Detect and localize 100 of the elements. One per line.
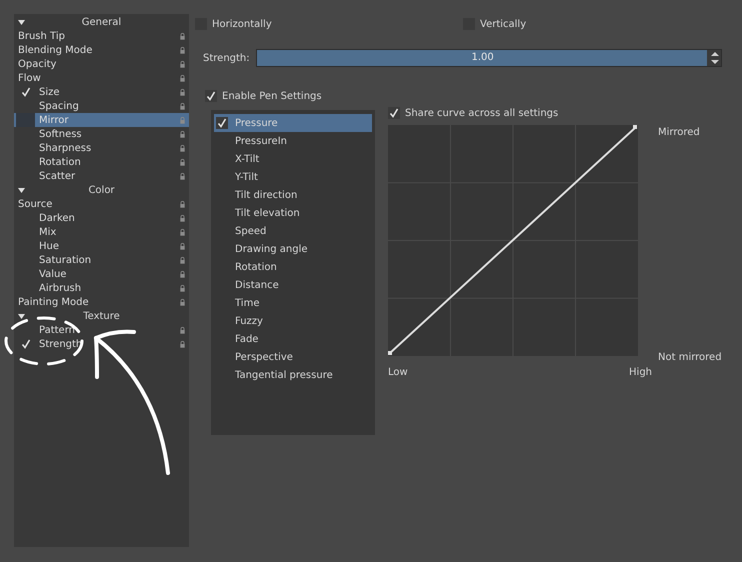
item-label: Size [38, 86, 61, 98]
lock-icon[interactable] [180, 284, 185, 292]
sidebar-item[interactable]: Pattern [14, 323, 189, 337]
sidebar-item[interactable]: Airbrush [14, 281, 189, 295]
item-label: Saturation [38, 254, 92, 266]
sensor-label: Speed [235, 226, 266, 236]
sidebar-item[interactable]: Saturation [14, 253, 189, 267]
collapse-arrow-icon[interactable] [18, 313, 25, 320]
sensor-item[interactable]: Time [214, 294, 372, 312]
item-label: Mirror [38, 114, 70, 126]
sensor-item[interactable]: Tilt direction [214, 186, 372, 204]
checkmark-icon[interactable] [20, 87, 30, 97]
sidebar-item[interactable]: Hue [14, 239, 189, 253]
spin-arrows-icon[interactable] [710, 51, 720, 65]
checkbox[interactable] [16, 113, 35, 127]
lock-icon[interactable] [180, 326, 185, 334]
sensor-label: Distance [235, 280, 279, 290]
sensor-item[interactable]: Rotation [214, 258, 372, 276]
sensor-item[interactable]: Tangential pressure [214, 366, 372, 384]
item-label: Blending Mode [17, 44, 94, 56]
section-header[interactable]: General [82, 16, 122, 28]
sensor-label: Pressure [235, 118, 278, 128]
sidebar-item[interactable]: Mirror [14, 113, 189, 127]
checkbox-label: Enable Pen Settings [222, 90, 322, 102]
sidebar-item[interactable]: Source [14, 197, 189, 211]
spinbox-value: 1.00 [470, 52, 495, 63]
sensor-label: Fuzzy [235, 316, 263, 326]
lock-icon[interactable] [180, 214, 185, 222]
sidebar-item[interactable]: Spacing [14, 99, 189, 113]
sensor-item[interactable]: Distance [214, 276, 372, 294]
sensor-label: Rotation [235, 262, 277, 272]
item-label: Flow [17, 72, 42, 84]
sensor-label: Fade [235, 334, 258, 344]
sensor-item[interactable]: Perspective [214, 348, 372, 366]
axis-label: High [629, 367, 652, 378]
sidebar-item[interactable]: Brush Tip [14, 29, 189, 43]
sensor-label: PressureIn [235, 136, 287, 146]
item-label: Pattern [38, 324, 76, 336]
collapse-arrow-icon[interactable] [18, 187, 25, 194]
checkbox-label: Horizontally [212, 18, 272, 30]
sensor-label: Drawing angle [235, 244, 308, 254]
lock-icon[interactable] [180, 172, 185, 180]
sidebar-item[interactable]: Opacity [14, 57, 189, 71]
item-label: Sharpness [38, 142, 92, 154]
section-header[interactable]: Texture [83, 310, 120, 322]
item-label: Spacing [38, 100, 80, 112]
sensor-item[interactable]: Pressure [214, 114, 372, 132]
item-label: Softness [38, 128, 83, 140]
sidebar-item[interactable]: Scatter [14, 169, 189, 183]
lock-icon[interactable] [180, 242, 185, 250]
section-header[interactable]: Color [88, 184, 115, 196]
item-label: Brush Tip [17, 30, 66, 42]
lock-icon[interactable] [180, 88, 185, 96]
lock-icon[interactable] [180, 200, 185, 208]
sensor-item[interactable]: PressureIn [214, 132, 372, 150]
lock-icon[interactable] [180, 270, 185, 278]
sensor-item[interactable]: Fade [214, 330, 372, 348]
sensor-item[interactable]: Fuzzy [214, 312, 372, 330]
item-label: Hue [38, 240, 60, 252]
sidebar-item[interactable]: Value [14, 267, 189, 281]
collapse-arrow-icon[interactable] [18, 19, 25, 26]
sidebar-item[interactable]: Sharpness [14, 141, 189, 155]
item-label: Airbrush [38, 282, 82, 294]
sidebar-item[interactable]: Rotation [14, 155, 189, 169]
lock-icon[interactable] [180, 256, 185, 264]
item-label: Opacity [17, 58, 58, 70]
lock-icon[interactable] [180, 60, 185, 68]
checkmark-icon[interactable] [20, 339, 30, 349]
sidebar-item[interactable]: Darken [14, 211, 189, 225]
sidebar-item[interactable]: Painting Mode [14, 295, 189, 309]
lock-icon[interactable] [180, 144, 185, 152]
item-label: Darken [38, 212, 76, 224]
sidebar-item[interactable]: Flow [14, 71, 189, 85]
lock-icon[interactable] [180, 158, 185, 166]
lock-icon[interactable] [180, 130, 185, 138]
sensor-item[interactable]: Y-Tilt [214, 168, 372, 186]
sensor-label: Y-Tilt [235, 172, 258, 182]
item-label: Scatter [38, 170, 76, 182]
lock-icon[interactable] [180, 102, 185, 110]
lock-icon[interactable] [180, 228, 185, 236]
sidebar-item[interactable]: Mix [14, 225, 189, 239]
lock-icon[interactable] [180, 32, 185, 40]
sensor-item[interactable]: Tilt elevation [214, 204, 372, 222]
sidebar-item[interactable]: Softness [14, 127, 189, 141]
lock-icon[interactable] [180, 74, 185, 82]
sensor-label: Time [235, 298, 260, 308]
sidebar-item[interactable]: Blending Mode [14, 43, 189, 57]
lock-icon[interactable] [180, 340, 185, 348]
sensor-label: Perspective [235, 352, 293, 362]
sidebar-item[interactable]: Size [14, 85, 189, 99]
strength-spinbox[interactable]: 1.00 [256, 49, 722, 67]
axis-label: Mirrored [658, 127, 701, 138]
sensor-item[interactable]: X-Tilt [214, 150, 372, 168]
checkbox-label: Vertically [480, 18, 526, 30]
sensor-item[interactable]: Drawing angle [214, 240, 372, 258]
sensor-label: X-Tilt [235, 154, 260, 164]
item-label: Mix [38, 226, 58, 238]
lock-icon[interactable] [180, 298, 185, 306]
lock-icon[interactable] [180, 46, 185, 54]
sensor-item[interactable]: Speed [214, 222, 372, 240]
